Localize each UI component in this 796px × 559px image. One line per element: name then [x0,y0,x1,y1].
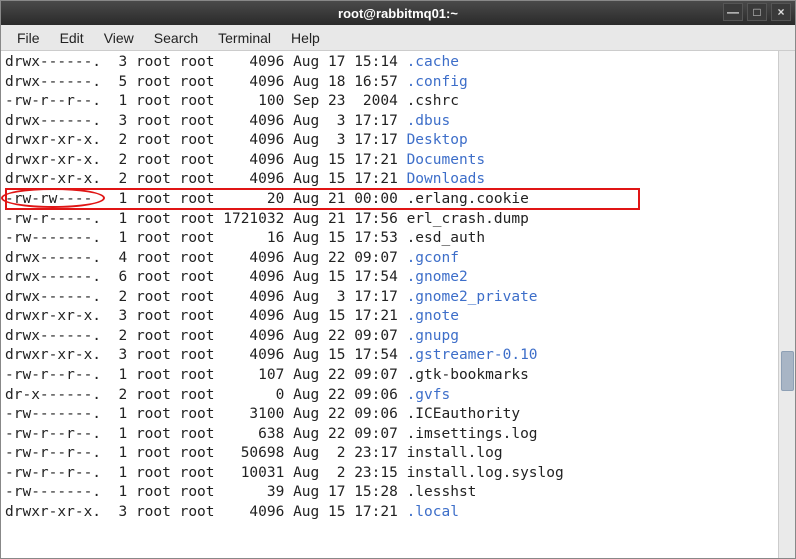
menu-view[interactable]: View [94,28,144,48]
listing-meta: dr-x------. 2 root root 0 Aug 22 09:06 [5,387,407,403]
listing-filename: .cshrc [407,93,459,109]
listing-row: drwxr-xr-x. 2 root root 4096 Aug 15 17:2… [5,170,791,190]
listing-row: drwxr-xr-x. 3 root root 4096 Aug 15 17:2… [5,503,791,523]
listing-filename: Documents [407,152,486,168]
listing-row: -rw-r--r--. 1 root root 10031 Aug 2 23:1… [5,464,791,484]
listing-filename: .gstreamer-0.10 [407,347,538,363]
listing-meta: drwx------. 5 root root 4096 Aug 18 16:5… [5,74,407,90]
listing-filename: erl_crash.dump [407,211,529,227]
listing-meta: drwxr-xr-x. 3 root root 4096 Aug 15 17:5… [5,347,407,363]
listing-row: drwx------. 6 root root 4096 Aug 15 17:5… [5,268,791,288]
listing-filename: .cache [407,54,459,70]
listing-meta: drwx------. 4 root root 4096 Aug 22 09:0… [5,250,407,266]
listing-row: drwxr-xr-x. 2 root root 4096 Aug 3 17:17… [5,131,791,151]
listing-row: -rw-rw---- 1 root root 20 Aug 21 00:00 .… [5,190,791,210]
scroll-thumb[interactable] [781,351,794,391]
listing-meta: drwxr-xr-x. 3 root root 4096 Aug 15 17:2… [5,504,407,520]
scrollbar[interactable] [778,51,795,558]
listing-filename: .config [407,74,468,90]
listing-filename: .gnupg [407,328,459,344]
terminal-area[interactable]: drwx------. 3 root root 4096 Aug 17 15:1… [1,51,795,558]
listing-meta: -rw-r--r--. 1 root root 10031 Aug 2 23:1… [5,465,407,481]
listing-row: drwx------. 2 root root 4096 Aug 22 09:0… [5,327,791,347]
terminal-window: root@rabbitmq01:~ — □ × File Edit View S… [0,0,796,559]
listing-meta: drwxr-xr-x. 2 root root 4096 Aug 3 17:17 [5,132,407,148]
listing-row: drwxr-xr-x. 3 root root 4096 Aug 15 17:5… [5,346,791,366]
listing-row: drwx------. 4 root root 4096 Aug 22 09:0… [5,249,791,269]
window-title: root@rabbitmq01:~ [338,6,458,21]
listing-filename: .gvfs [407,387,451,403]
listing-meta: drwxr-xr-x. 2 root root 4096 Aug 15 17:2… [5,152,407,168]
listing-row: drwx------. 5 root root 4096 Aug 18 16:5… [5,73,791,93]
menubar: File Edit View Search Terminal Help [1,25,795,51]
listing-meta: drwx------. 2 root root 4096 Aug 22 09:0… [5,328,407,344]
listing-meta: -rw-r-----. 1 root root 1721032 Aug 21 1… [5,211,407,227]
minimize-button[interactable]: — [723,3,743,21]
listing-row: -rw-r-----. 1 root root 1721032 Aug 21 1… [5,210,791,230]
listing-meta: -rw-------. 1 root root 16 Aug 15 17:53 [5,230,407,246]
menu-search[interactable]: Search [144,28,208,48]
listing-filename: .local [407,504,459,520]
listing-row: -rw-------. 1 root root 3100 Aug 22 09:0… [5,405,791,425]
menu-edit[interactable]: Edit [50,28,94,48]
listing-filename: .gnome2_private [407,289,538,305]
listing-row: drwx------. 2 root root 4096 Aug 3 17:17… [5,288,791,308]
listing-row: -rw-r--r--. 1 root root 50698 Aug 2 23:1… [5,444,791,464]
listing-filename: install.log [407,445,503,461]
listing-meta: drwxr-xr-x. 3 root root 4096 Aug 15 17:2… [5,308,407,324]
listing-row: dr-x------. 2 root root 0 Aug 22 09:06 .… [5,386,791,406]
listing-filename: install.log.syslog [407,465,564,481]
listing-row: -rw-r--r--. 1 root root 638 Aug 22 09:07… [5,425,791,445]
listing-meta: -rw-r--r--. 1 root root 638 Aug 22 09:07 [5,426,407,442]
listing-meta: -rw-r--r--. 1 root root 50698 Aug 2 23:1… [5,445,407,461]
listing-row: -rw-r--r--. 1 root root 100 Sep 23 2004 … [5,92,791,112]
listing-row: -rw-------. 1 root root 16 Aug 15 17:53 … [5,229,791,249]
maximize-button[interactable]: □ [747,3,767,21]
listing-meta: -rw-r--r--. 1 root root 100 Sep 23 2004 [5,93,407,109]
window-controls: — □ × [723,3,791,21]
menu-terminal[interactable]: Terminal [208,28,281,48]
listing-filename: .dbus [407,113,451,129]
listing-filename: .erlang.cookie [407,191,529,207]
listing-row: drwx------. 3 root root 4096 Aug 17 15:1… [5,53,791,73]
listing-meta: -rw-rw---- 1 root root 20 Aug 21 00:00 [5,191,407,207]
listing-meta: drwx------. 3 root root 4096 Aug 3 17:17 [5,113,407,129]
listing-row: drwxr-xr-x. 3 root root 4096 Aug 15 17:2… [5,307,791,327]
terminal-output: drwx------. 3 root root 4096 Aug 17 15:1… [1,51,795,525]
listing-row: drwxr-xr-x. 2 root root 4096 Aug 15 17:2… [5,151,791,171]
menu-help[interactable]: Help [281,28,330,48]
listing-filename: .gconf [407,250,459,266]
listing-filename: Downloads [407,171,486,187]
listing-meta: drwx------. 6 root root 4096 Aug 15 17:5… [5,269,407,285]
listing-row: -rw-------. 1 root root 39 Aug 17 15:28 … [5,483,791,503]
listing-filename: .lesshst [407,484,477,500]
listing-meta: -rw-------. 1 root root 3100 Aug 22 09:0… [5,406,407,422]
listing-row: drwx------. 3 root root 4096 Aug 3 17:17… [5,112,791,132]
listing-filename: Desktop [407,132,468,148]
menu-file[interactable]: File [7,28,50,48]
listing-meta: drwxr-xr-x. 2 root root 4096 Aug 15 17:2… [5,171,407,187]
listing-filename: .imsettings.log [407,426,538,442]
listing-filename: .gnome2 [407,269,468,285]
close-button[interactable]: × [771,3,791,21]
listing-row: -rw-r--r--. 1 root root 107 Aug 22 09:07… [5,366,791,386]
listing-meta: drwx------. 2 root root 4096 Aug 3 17:17 [5,289,407,305]
listing-filename: .gnote [407,308,459,324]
listing-meta: drwx------. 3 root root 4096 Aug 17 15:1… [5,54,407,70]
listing-filename: .esd_auth [407,230,486,246]
listing-meta: -rw-------. 1 root root 39 Aug 17 15:28 [5,484,407,500]
listing-meta: -rw-r--r--. 1 root root 107 Aug 22 09:07 [5,367,407,383]
listing-filename: .ICEauthority [407,406,521,422]
titlebar: root@rabbitmq01:~ — □ × [1,1,795,25]
listing-filename: .gtk-bookmarks [407,367,529,383]
